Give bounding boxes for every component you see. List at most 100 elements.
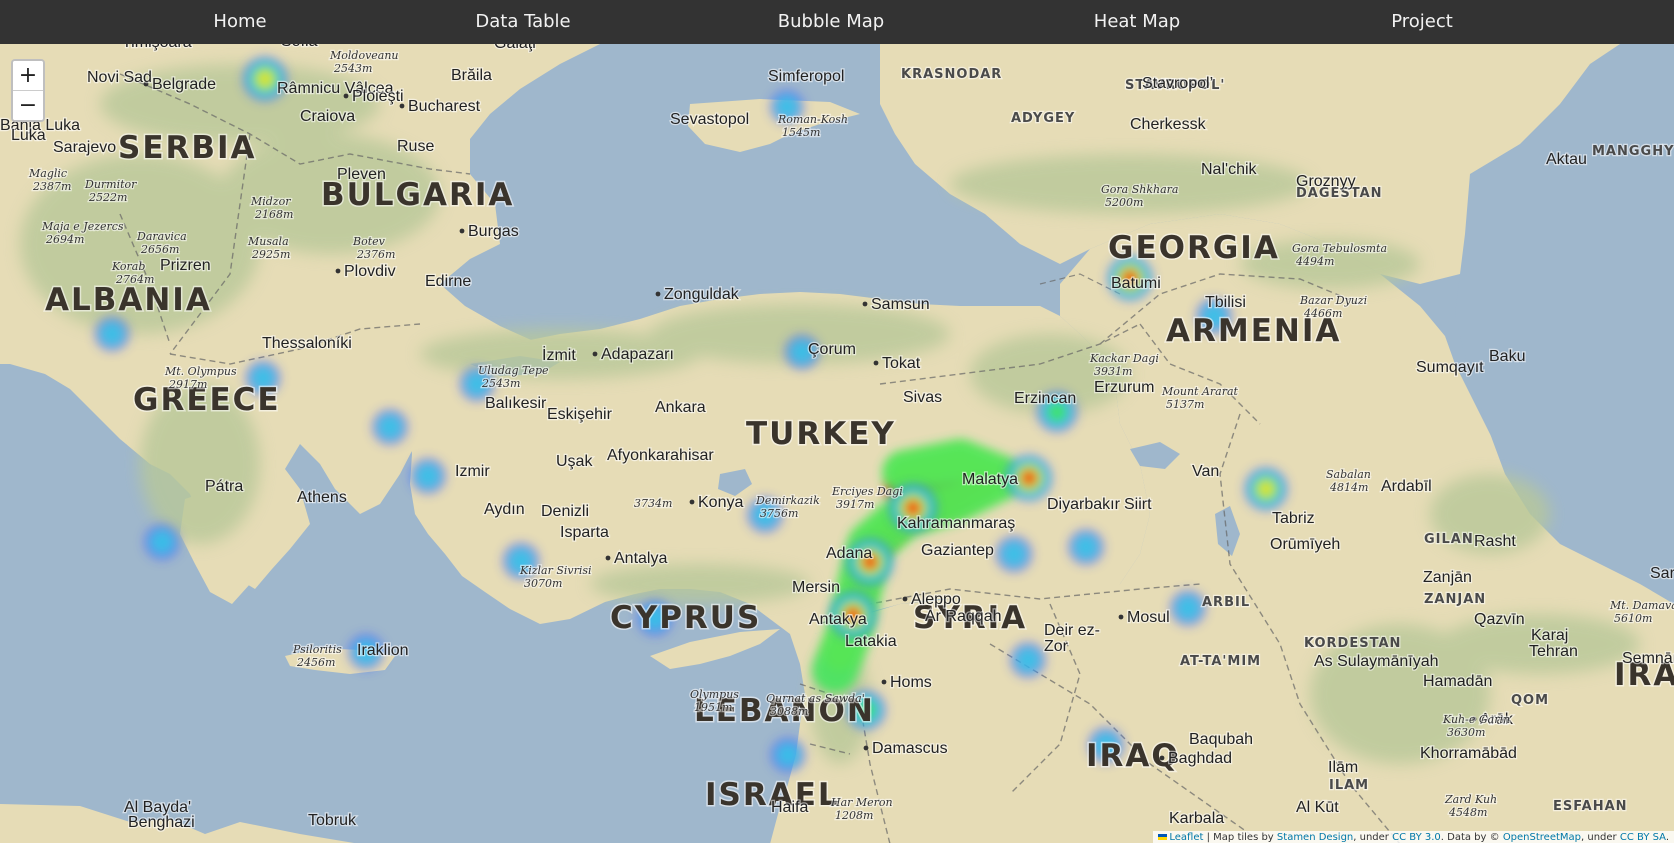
peak-elev-5: 2764m	[115, 273, 154, 286]
stamen-link[interactable]: Stamen Design	[1277, 832, 1353, 843]
peak-elev-19: 5200m	[1105, 196, 1143, 209]
peak-elev-12: 2456m	[296, 656, 335, 669]
city-label-65: Karaj	[1531, 627, 1568, 644]
city-dot	[592, 351, 598, 357]
city-dot	[335, 268, 341, 274]
peak-elev-3: 2694m	[45, 233, 84, 246]
city-dot	[343, 93, 349, 99]
country-label-0: SERBIA	[118, 130, 257, 166]
peak-elev-17: 1208m	[835, 809, 873, 822]
city-label-55: Diyarbakır	[1047, 496, 1121, 513]
region-label-5: AT-TA'MIM	[1180, 654, 1261, 669]
city-label-43: Kahramanmaraş	[897, 515, 1015, 532]
city-label-16: Edirne	[425, 273, 471, 290]
country-label-2: ALBANIA	[45, 282, 212, 318]
city-label-52: Homs	[890, 674, 932, 691]
peak-elev-27: 4548m	[1448, 806, 1487, 819]
heat-point	[1244, 467, 1288, 511]
city-dot	[862, 301, 868, 307]
peak-elev-1: 2387m	[32, 180, 71, 193]
attribution-text-3: . Data by ©	[1440, 832, 1500, 843]
city-label-20: Athens	[297, 489, 347, 506]
city-label-49: Aleppo	[911, 591, 961, 608]
leaflet-link[interactable]: Leaflet	[1169, 832, 1203, 843]
city-label-9: Brăila	[451, 67, 492, 84]
city-label-5: Sofia	[281, 44, 318, 50]
map-container[interactable]: SERBIA BULGARIA ALBANIA GREECE TURKEY GEORGIA…	[0, 44, 1674, 844]
heat-point	[1170, 590, 1206, 626]
city-label-76: Al Kūt	[1296, 799, 1339, 816]
nav-heat-map[interactable]: Heat Map	[1094, 0, 1180, 44]
city-label-1: Novi Sad	[87, 69, 152, 86]
city-label-15: Plovdiv	[344, 263, 396, 280]
peak-name-2: Durmitor	[84, 178, 137, 191]
nav-home[interactable]: Home	[213, 0, 266, 44]
nav-data-table[interactable]: Data Table	[475, 0, 570, 44]
peak-elev-26: 3630m	[1447, 726, 1485, 739]
attribution-text-2: , under	[1353, 832, 1389, 843]
city-label-0: Belgrade	[152, 76, 216, 93]
peak-elev-18: 1545m	[782, 126, 820, 139]
city-label-84: Nal'chik	[1201, 161, 1258, 178]
peak-name-27: Zard Kuh	[1444, 793, 1497, 806]
heat-point	[372, 409, 408, 445]
city-dot	[605, 555, 611, 561]
attribution-text-1: | Map tiles by	[1206, 832, 1274, 843]
nav-bubble-map[interactable]: Bubble Map	[778, 0, 884, 44]
zoom-in-button[interactable]: +	[13, 61, 43, 90]
city-label-17: Prizren	[160, 257, 211, 274]
heat-point	[1010, 642, 1046, 678]
region-label-4: ARBIL	[1202, 595, 1250, 610]
peak-elev-0: 2543m	[333, 62, 372, 75]
leaflet-flag-icon	[1158, 834, 1168, 840]
zoom-out-button[interactable]: −	[13, 90, 43, 120]
city-label-23: Aydın	[484, 501, 525, 518]
peak-name-26: Kuh-e Garin	[1442, 713, 1510, 726]
peak-elev-14: 3756m	[760, 507, 798, 520]
peak-elev-25: 5610m	[1614, 612, 1652, 625]
city-label-44: Gaziantep	[921, 542, 994, 559]
peak-elev-9: 2917m	[168, 378, 207, 391]
city-label-80: Sumqayıt	[1416, 359, 1484, 376]
peak-name-5: Korab	[111, 260, 145, 273]
peak-name-10: Uludag Tepe	[478, 364, 549, 377]
city-dot	[399, 103, 405, 109]
peak-name-0: Moldoveanu	[329, 49, 399, 62]
peak-name-12: Psiloritis	[292, 643, 342, 656]
peak-name-21: Bazar Dyuzi	[1299, 294, 1367, 307]
city-label-78: Tbilisi	[1205, 294, 1246, 311]
city-label-50: Ar Raqqah	[925, 608, 1002, 625]
zoom-control: + −	[11, 59, 45, 122]
city-label-66: Tehran	[1529, 643, 1578, 660]
city-label-48: Latakia	[845, 633, 897, 650]
cc-by-sa-link[interactable]: CC BY SA	[1620, 832, 1666, 843]
region-label-9: QOM	[1511, 693, 1549, 708]
city-label-30: Eskişehir	[547, 406, 613, 423]
city-dot	[1159, 755, 1165, 761]
city-label-62: Rasht	[1474, 533, 1516, 550]
city-label-25: Isparta	[560, 524, 609, 541]
city-label-60: Orūmīyeh	[1270, 536, 1340, 553]
peak-elev-20: 4494m	[1295, 255, 1334, 268]
city-label-82: Sevastopol	[670, 111, 749, 128]
peak-elev-8: 2376m	[356, 248, 395, 261]
peak-elev-15: 3917m	[836, 498, 874, 511]
osm-link[interactable]: OpenStreetMap	[1503, 832, 1581, 843]
city-label-59: Tabriz	[1272, 510, 1315, 527]
heat-point	[94, 316, 130, 352]
city-label-12: Ruse	[397, 138, 434, 155]
heat-point	[410, 458, 446, 494]
city-label-90: Sari	[1650, 565, 1674, 582]
nav-project[interactable]: Project	[1391, 0, 1453, 44]
peak-name-9: Mt. Olympus	[164, 365, 237, 378]
city-dot	[873, 360, 879, 366]
city-dot	[863, 745, 869, 751]
city-label-74: Khorramābād	[1420, 745, 1517, 762]
city-label-38: Tokat	[882, 355, 921, 372]
city-label-8: Bucharest	[408, 98, 481, 115]
peak-name-23: Mount Ararat	[1161, 385, 1239, 398]
cc-by-link[interactable]: CC BY 3.0	[1392, 832, 1441, 843]
city-label-53: Damascus	[872, 740, 948, 757]
city-dot	[655, 291, 661, 297]
city-dot	[1118, 614, 1124, 620]
